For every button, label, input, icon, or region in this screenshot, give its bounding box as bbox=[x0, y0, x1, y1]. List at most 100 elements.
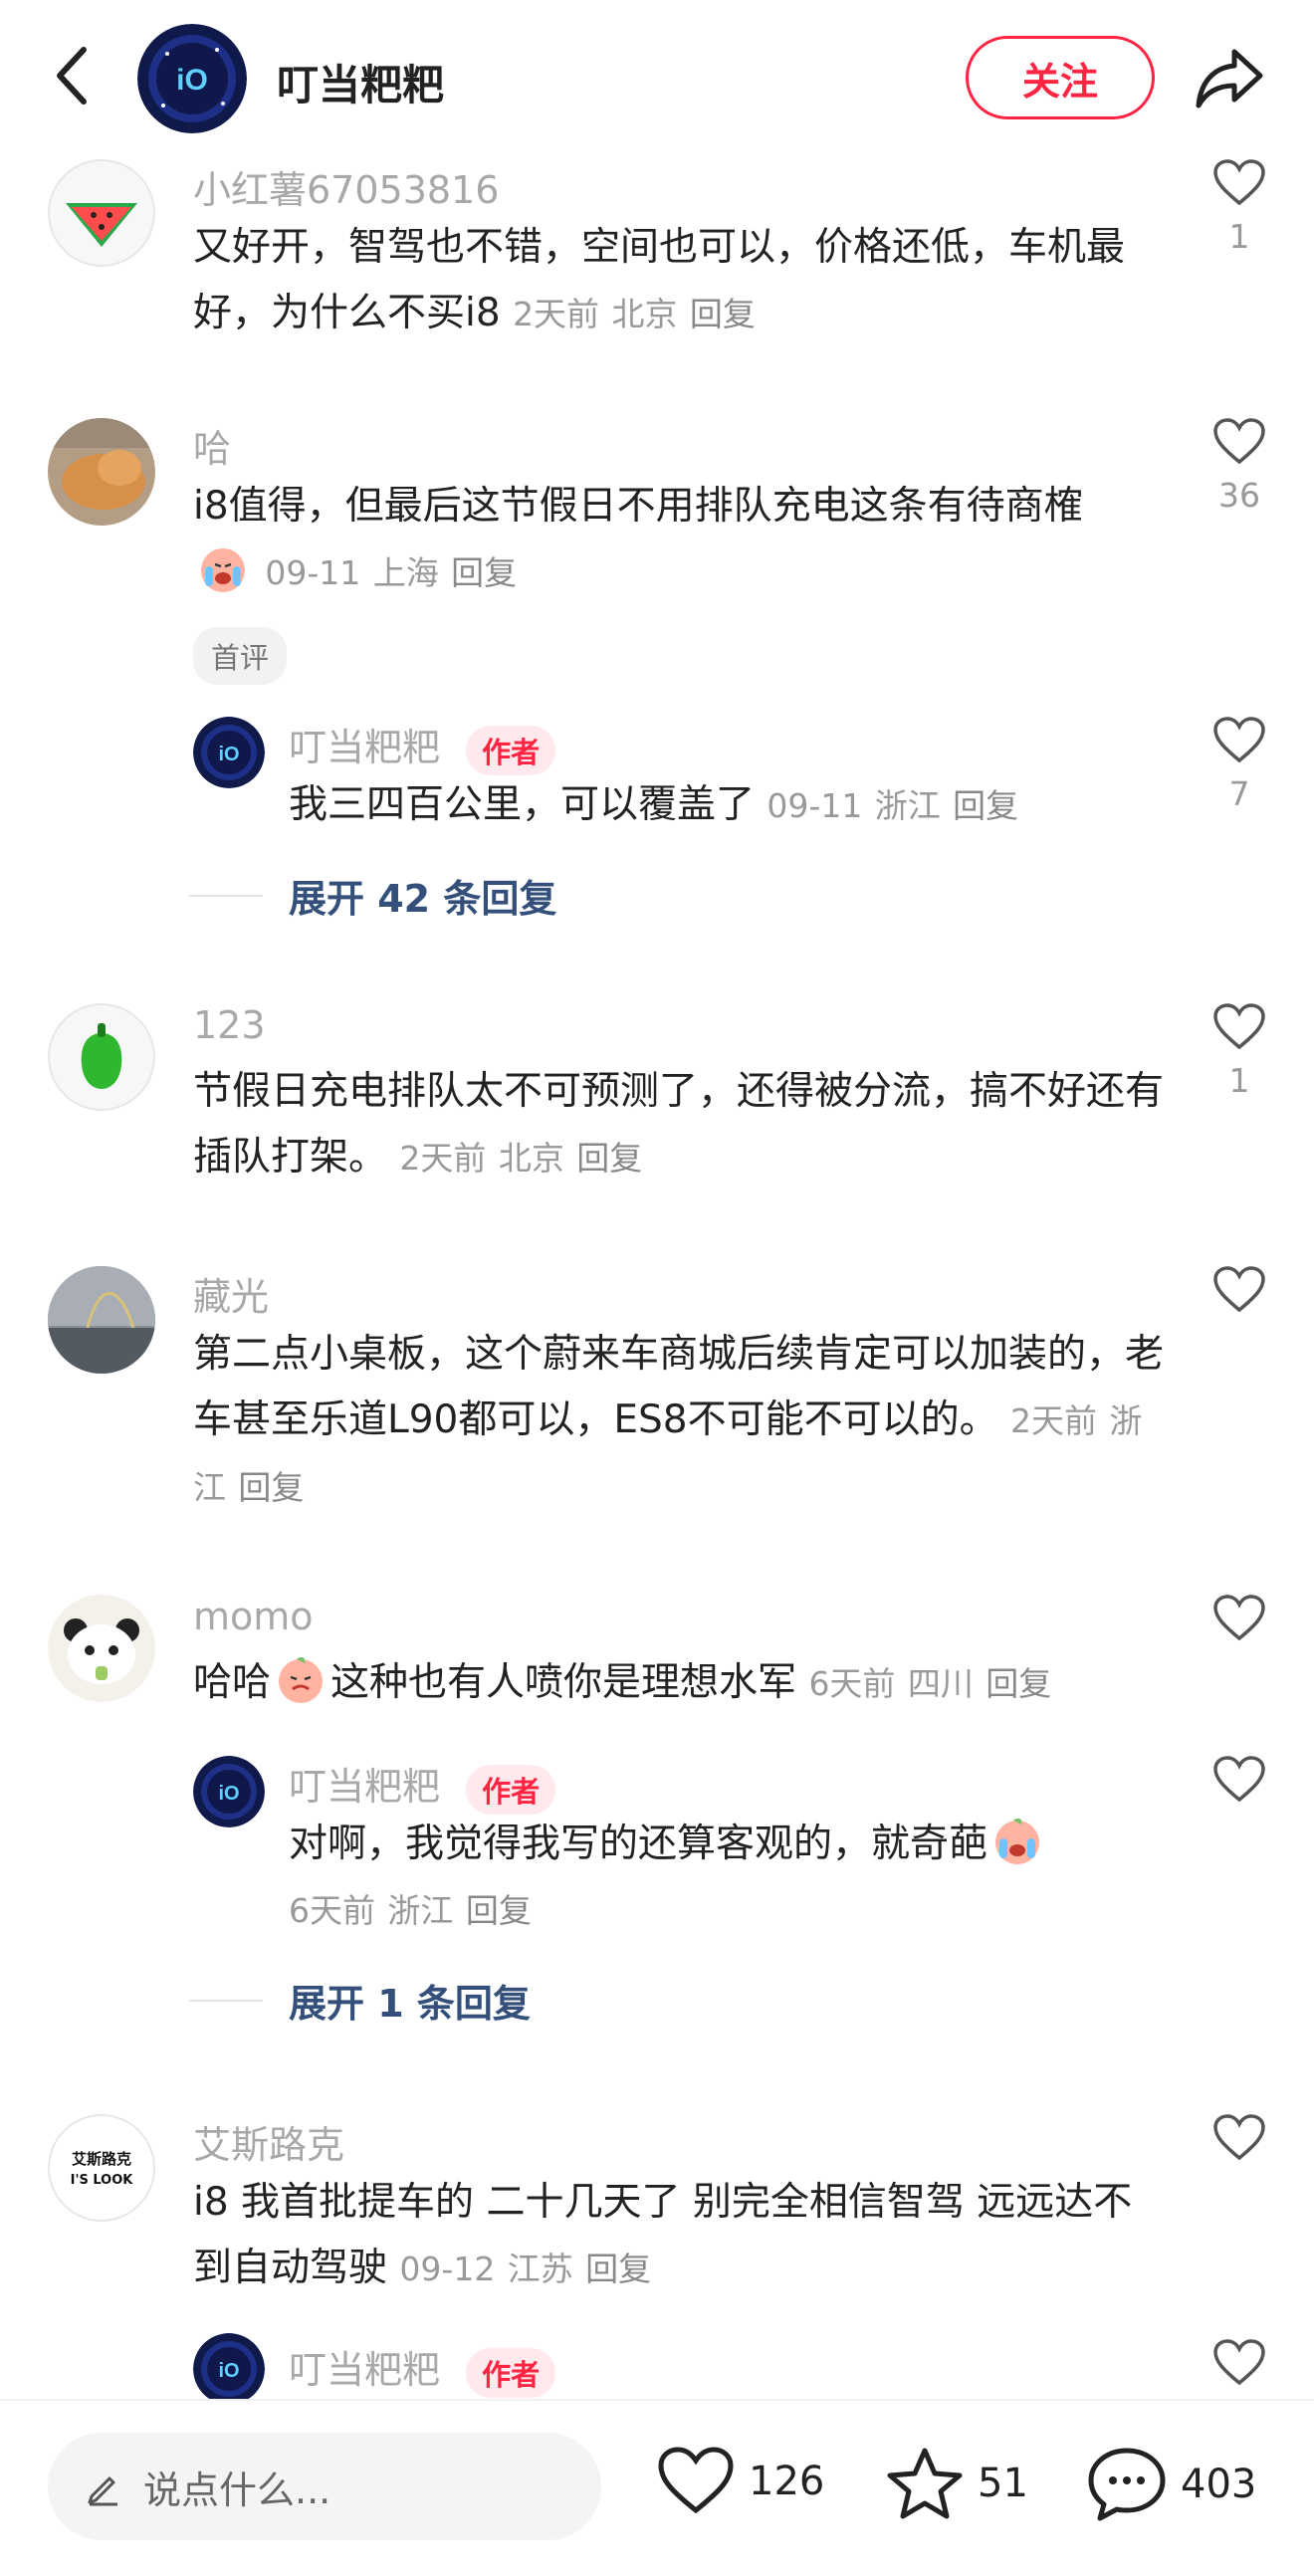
collect-button[interactable]: 51 bbox=[886, 2447, 1028, 2520]
comment-location: 四川 bbox=[907, 1664, 974, 1703]
comment-username[interactable]: 123 bbox=[193, 1003, 266, 1047]
reply-avatar[interactable]: iO bbox=[193, 1756, 265, 1827]
heart-icon bbox=[1213, 1003, 1265, 1050]
post-like-button[interactable]: 126 bbox=[657, 2447, 824, 2516]
avatar[interactable]: 艾斯路克 I'S LOOK bbox=[48, 2114, 155, 2222]
comment-location: 上海 bbox=[372, 553, 439, 592]
like-button[interactable] bbox=[1200, 2339, 1279, 2387]
like-count: 1 bbox=[1228, 217, 1250, 256]
comment-username[interactable]: 藏光 bbox=[193, 1266, 269, 1321]
reply-avatar[interactable]: iO bbox=[193, 2333, 265, 2405]
comment-time: 2天前 bbox=[1009, 1401, 1097, 1440]
comment-time: 09-12 bbox=[399, 2250, 496, 2288]
like-button[interactable] bbox=[1200, 1266, 1279, 1324]
comment-body-end: 这种也有人喷你是理想水军 bbox=[330, 1660, 797, 1705]
follow-button[interactable]: 关注 bbox=[966, 36, 1155, 119]
reply-username[interactable]: 叮当粑粑 bbox=[289, 1765, 440, 1809]
reply-username[interactable]: 叮当粑粑 bbox=[289, 726, 440, 769]
pepper-avatar bbox=[48, 1003, 155, 1111]
reply-text: 我三四百公里，可以覆盖了 09-11 浙江 回复 bbox=[289, 772, 1165, 839]
avatar[interactable] bbox=[48, 418, 155, 526]
reply-button[interactable]: 回复 bbox=[576, 1139, 642, 1178]
author-badge: 作者 bbox=[466, 1764, 556, 1815]
comment-bubble-icon bbox=[1088, 2448, 1166, 2521]
svg-text:iO: iO bbox=[218, 2360, 239, 2382]
comment-text: i8值得，但最后这节假日不用排队充电这条有待商榷 09-11 上海 回复 bbox=[193, 474, 1169, 606]
like-button[interactable]: 7 bbox=[1200, 717, 1279, 813]
heart-icon bbox=[1213, 2114, 1265, 2161]
reply-username-row: 叮当粑粑 作者 bbox=[289, 717, 556, 775]
landscape-avatar bbox=[48, 1266, 155, 1374]
like-count: 1 bbox=[1228, 1061, 1250, 1100]
share-button[interactable] bbox=[1191, 40, 1270, 115]
like-button[interactable] bbox=[1200, 1595, 1279, 1652]
avatar[interactable] bbox=[48, 1266, 155, 1374]
expand-replies-button[interactable]: 展开 42 条回复 bbox=[189, 868, 556, 923]
like-count: 7 bbox=[1228, 774, 1250, 813]
comment-username[interactable]: 小红薯67053816 bbox=[193, 159, 499, 214]
reply-time: 6天前 bbox=[289, 1891, 375, 1930]
reply-time: 09-11 bbox=[766, 786, 863, 825]
like-button[interactable]: 36 bbox=[1200, 418, 1279, 515]
heart-icon bbox=[1213, 1756, 1265, 1803]
reply-avatar[interactable]: iO bbox=[193, 717, 265, 788]
comment-input-placeholder: 说点什么... bbox=[143, 2468, 331, 2512]
like-button[interactable]: 1 bbox=[1200, 1003, 1279, 1100]
comment-username[interactable]: 艾斯路克 bbox=[193, 2114, 344, 2169]
comment-body: 节假日充电排队太不可预测了，还得被分流，搞不好还有插队打架。 bbox=[193, 1069, 1165, 1180]
comment-time: 6天前 bbox=[808, 1664, 896, 1703]
svg-text:iO: iO bbox=[176, 64, 208, 97]
chevron-left-icon bbox=[57, 47, 87, 105]
author-badge: 作者 bbox=[466, 2347, 556, 2398]
bottom-bar: 说点什么... 126 51 403 bbox=[0, 2399, 1314, 2576]
comment-input[interactable]: 说点什么... bbox=[48, 2433, 601, 2540]
reply-button[interactable]: 回复 bbox=[466, 1891, 532, 1930]
panda-avatar bbox=[48, 1595, 155, 1702]
like-button[interactable]: 1 bbox=[1200, 159, 1279, 256]
comment-username[interactable]: 哈 bbox=[193, 418, 231, 473]
reply-button[interactable]: 回复 bbox=[953, 786, 1018, 825]
like-button[interactable] bbox=[1200, 1756, 1279, 1814]
avatar[interactable] bbox=[48, 1595, 155, 1702]
author-avatar-image: iO bbox=[193, 1756, 265, 1827]
svg-text:iO: iO bbox=[218, 1783, 239, 1805]
comment-time: 09-11 bbox=[265, 553, 361, 592]
svg-text:iO: iO bbox=[218, 744, 239, 765]
post-like-count: 126 bbox=[749, 2459, 825, 2504]
expand-replies-label: 展开 1 条回复 bbox=[289, 1982, 531, 2026]
reply-button[interactable]: 回复 bbox=[986, 1664, 1051, 1703]
reply-location: 浙江 bbox=[874, 786, 941, 825]
expand-replies-label: 展开 42 条回复 bbox=[289, 877, 557, 921]
avatar-logo-subtext: I'S LOOK bbox=[70, 2173, 133, 2188]
author-name[interactable]: 叮当粑粑 bbox=[277, 52, 444, 112]
comment-body-start: 哈哈 bbox=[193, 1660, 272, 1705]
author-avatar-image: iO bbox=[193, 2333, 265, 2405]
peach-emoji-icon bbox=[279, 1656, 324, 1703]
watermelon-avatar bbox=[48, 159, 155, 267]
author-badge: 作者 bbox=[466, 725, 556, 775]
like-button[interactable] bbox=[1200, 2114, 1279, 2172]
collect-count: 51 bbox=[978, 2461, 1028, 2506]
reply-username[interactable]: 叮当粑粑 bbox=[289, 2348, 440, 2392]
author-avatar-image: iO bbox=[137, 24, 247, 133]
comment-text: 又好开，智驾也不错，空间也可以，价格还低，车机最好，为什么不买i8 2天前 北京… bbox=[193, 215, 1169, 347]
reply-button[interactable]: 回复 bbox=[451, 553, 517, 592]
avatar[interactable] bbox=[48, 159, 155, 267]
reply-button[interactable]: 回复 bbox=[690, 295, 756, 333]
pencil-icon bbox=[88, 2476, 117, 2506]
comment-text: 节假日充电排队太不可预测了，还得被分流，搞不好还有插队打架。 2天前 北京 回复 bbox=[193, 1059, 1169, 1191]
back-button[interactable] bbox=[48, 40, 100, 111]
reply-button[interactable]: 回复 bbox=[238, 1468, 304, 1507]
comment-button[interactable]: 403 bbox=[1087, 2447, 1256, 2522]
reply-button[interactable]: 回复 bbox=[585, 2250, 651, 2288]
comment-username[interactable]: momo bbox=[193, 1595, 314, 1638]
avatar[interactable] bbox=[48, 1003, 155, 1111]
heart-icon bbox=[1213, 418, 1265, 465]
like-count: 36 bbox=[1218, 476, 1260, 515]
divider bbox=[189, 1999, 263, 2002]
heart-icon bbox=[1213, 2339, 1265, 2386]
reply-username-row: 叮当粑粑 作者 bbox=[289, 2339, 556, 2398]
crying-emoji-icon bbox=[995, 1818, 1040, 1864]
expand-replies-button[interactable]: 展开 1 条回复 bbox=[189, 1973, 531, 2028]
author-avatar[interactable]: iO bbox=[137, 24, 247, 133]
